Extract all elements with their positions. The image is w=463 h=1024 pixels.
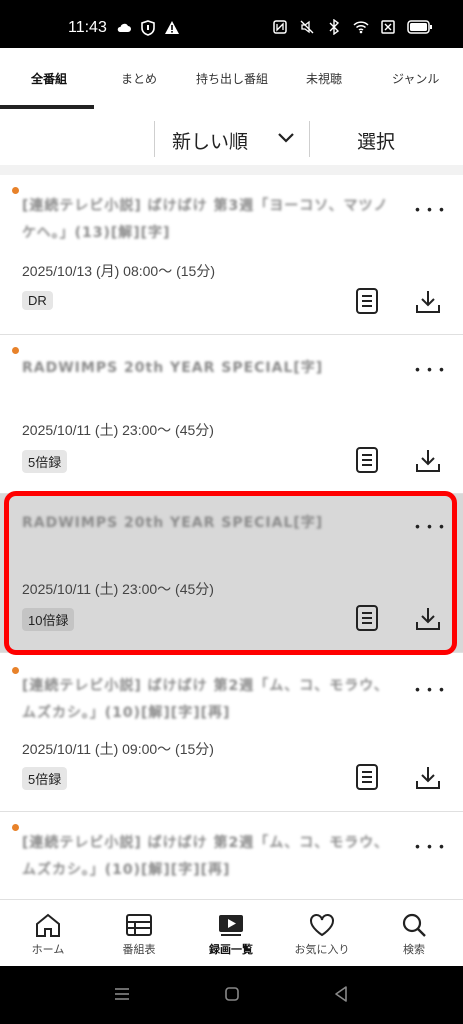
active-tab-indicator: [0, 105, 94, 109]
download-icon[interactable]: [415, 765, 441, 791]
more-options-button[interactable]: ･･･: [412, 193, 448, 225]
recording-title: [連続テレビ小説] ばけばけ 第2週「ム、コ、モラウ、ムズカシ。」(10)[解]…: [22, 678, 389, 721]
new-indicator: [12, 187, 19, 194]
download-icon[interactable]: [415, 289, 441, 315]
nav-favorites-label: お気に入り: [294, 943, 350, 956]
bottom-navigation: ホーム 番組表 録画一覧 お気に入り 検索: [0, 899, 463, 967]
weather-cloud-icon: [117, 23, 131, 32]
selection-highlight: [4, 491, 457, 655]
nav-home[interactable]: ホーム: [8, 900, 88, 967]
recording-datetime: 2025/10/11 (土) 23:00～ (45分): [22, 422, 214, 438]
nav-favorites[interactable]: お気に入り: [282, 900, 362, 967]
quality-badge: 5倍録: [22, 450, 68, 473]
program-guide-icon: [126, 914, 152, 936]
nfc-icon: [273, 20, 287, 34]
tab-takeout-programs[interactable]: 持ち出し番組: [196, 70, 268, 87]
home-button-icon[interactable]: [222, 984, 242, 1004]
warning-icon: [165, 21, 179, 34]
status-time: 11:43: [68, 19, 107, 36]
recording-title: [連続テレビ小説] ばけばけ 第3週「ヨーコソ、マツノケヘ。」(13)[解][字…: [22, 198, 389, 241]
battery-icon: [407, 20, 432, 34]
nav-recordings[interactable]: 録画一覧: [191, 900, 271, 967]
chevron-down-icon[interactable]: [276, 131, 296, 145]
recording-title: [連続テレビ小説] ばけばけ 第2週「ム、コ、モラウ、ムズカシ。」(10)[解]…: [22, 835, 389, 878]
program-info-icon[interactable]: [355, 763, 379, 791]
download-icon[interactable]: [415, 448, 441, 474]
nav-search-label: 検索: [403, 943, 425, 956]
shield-icon: [141, 20, 155, 36]
quality-badge: DR: [22, 291, 53, 310]
more-options-button[interactable]: ･･･: [412, 353, 448, 385]
wifi-icon: [353, 21, 369, 34]
recording-item[interactable]: [連続テレビ小説] ばけばけ 第2週「ム、コ、モラウ、ムズカシ。」(10)[解]…: [0, 655, 463, 812]
more-options-button[interactable]: ･･･: [412, 673, 448, 705]
menu-icon[interactable]: [112, 984, 132, 1004]
nav-program-guide[interactable]: 番組表: [99, 900, 179, 967]
select-button[interactable]: 選択: [357, 127, 395, 154]
new-indicator: [12, 824, 19, 831]
tab-bar: 全番組 まとめ 持ち出し番組 未視聴 ジャンル: [0, 48, 463, 111]
nav-search[interactable]: 検索: [374, 900, 454, 967]
recording-title: RADWIMPS 20th YEAR SPECIAL[字]: [22, 360, 324, 376]
program-info-icon[interactable]: [355, 287, 379, 315]
recording-item[interactable]: RADWIMPS 20th YEAR SPECIAL[字] 2025/10/11…: [0, 335, 463, 494]
home-icon: [36, 913, 60, 937]
mute-icon: [300, 20, 314, 34]
more-options-button[interactable]: ･･･: [412, 830, 448, 862]
tab-unwatched[interactable]: 未視聴: [306, 70, 342, 87]
new-indicator: [12, 667, 19, 674]
sort-dropdown[interactable]: 新しい順: [172, 127, 248, 154]
recording-datetime: 2025/10/11 (土) 09:00～ (15分): [22, 741, 214, 757]
recordings-icon: [219, 915, 243, 936]
heart-icon: [310, 914, 334, 937]
recording-item[interactable]: [連続テレビ小説] ばけばけ 第2週「ム、コ、モラウ、ムズカシ。」(10)[解]…: [0, 812, 463, 899]
search-icon: [402, 913, 426, 937]
bluetooth-icon: [329, 19, 340, 35]
nav-home-label: ホーム: [31, 943, 65, 956]
quality-badge: 5倍録: [22, 767, 68, 790]
nav-program-guide-label: 番組表: [122, 943, 156, 956]
recording-datetime: 2025/10/13 (月) 08:00～ (15分): [22, 263, 215, 279]
program-info-icon[interactable]: [355, 446, 379, 474]
tab-summary[interactable]: まとめ: [121, 70, 157, 87]
back-icon[interactable]: [331, 984, 351, 1004]
nav-recordings-label: 録画一覧: [209, 943, 253, 956]
android-nav-bar: [0, 966, 463, 1024]
sim-off-icon: [381, 20, 395, 34]
status-bar: 11:43: [0, 0, 463, 48]
recording-item[interactable]: [連続テレビ小説] ばけばけ 第3週「ヨーコソ、マツノケヘ。」(13)[解][字…: [0, 175, 463, 335]
new-indicator: [12, 347, 19, 354]
tab-genre[interactable]: ジャンル: [392, 70, 439, 87]
tab-all-programs[interactable]: 全番組: [31, 70, 67, 87]
